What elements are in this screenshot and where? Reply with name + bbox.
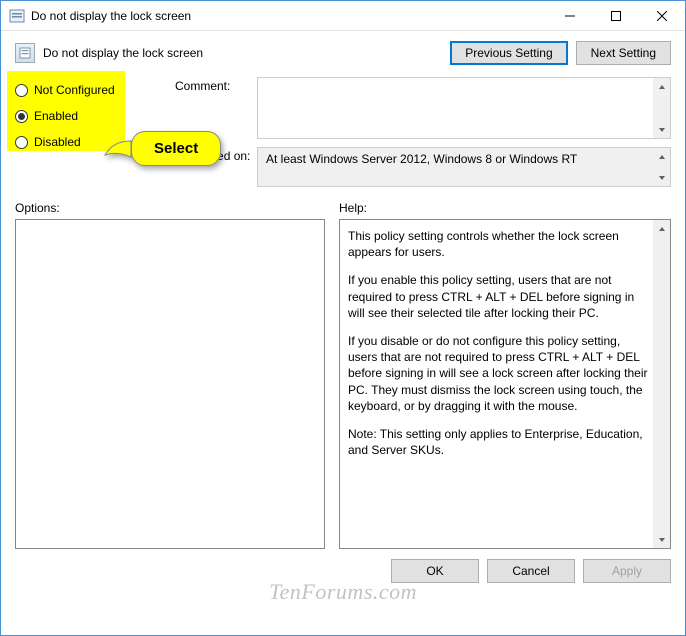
radio-icon	[15, 136, 28, 149]
close-button[interactable]	[639, 1, 685, 30]
help-text: If you disable or do not configure this …	[348, 333, 648, 414]
radio-not-configured[interactable]: Not Configured	[15, 77, 165, 103]
options-label: Options:	[15, 201, 325, 215]
radio-enabled[interactable]: Enabled	[15, 103, 165, 129]
radio-label: Not Configured	[34, 83, 115, 97]
policy-icon	[9, 8, 25, 24]
titlebar: Do not display the lock screen	[1, 1, 685, 31]
policy-title: Do not display the lock screen	[43, 46, 450, 60]
supported-on-value: At least Windows Server 2012, Windows 8 …	[266, 152, 577, 166]
select-callout-annotation: Select	[131, 131, 221, 166]
help-text: Note: This setting only applies to Enter…	[348, 426, 648, 458]
policy-header-icon	[15, 43, 35, 63]
radio-label: Disabled	[34, 135, 81, 149]
previous-setting-button[interactable]: Previous Setting	[450, 41, 567, 65]
scrollbar[interactable]	[653, 148, 670, 186]
radio-icon	[15, 84, 28, 97]
help-label: Help:	[339, 201, 671, 215]
ok-button[interactable]: OK	[391, 559, 479, 583]
help-text: If you enable this policy setting, users…	[348, 272, 648, 321]
radio-label: Enabled	[34, 109, 78, 123]
scroll-up-icon[interactable]	[653, 148, 670, 165]
help-text: This policy setting controls whether the…	[348, 228, 648, 260]
cancel-button[interactable]: Cancel	[487, 559, 575, 583]
scroll-down-icon[interactable]	[653, 121, 670, 138]
maximize-button[interactable]	[593, 1, 639, 30]
scroll-down-icon[interactable]	[653, 531, 670, 548]
radio-icon	[15, 110, 28, 123]
scroll-up-icon[interactable]	[653, 220, 670, 237]
window-title: Do not display the lock screen	[31, 9, 547, 23]
apply-button[interactable]: Apply	[583, 559, 671, 583]
scrollbar[interactable]	[653, 78, 670, 138]
supported-on-box: At least Windows Server 2012, Windows 8 …	[257, 147, 671, 187]
scroll-up-icon[interactable]	[653, 78, 670, 95]
comment-textarea[interactable]	[257, 77, 671, 139]
next-setting-button[interactable]: Next Setting	[576, 41, 671, 65]
comment-label: Comment:	[175, 77, 253, 139]
minimize-button[interactable]	[547, 1, 593, 30]
scrollbar[interactable]	[653, 220, 670, 548]
help-panel: This policy setting controls whether the…	[339, 219, 671, 549]
scroll-down-icon[interactable]	[653, 169, 670, 186]
options-panel	[15, 219, 325, 549]
callout-label: Select	[131, 131, 221, 166]
